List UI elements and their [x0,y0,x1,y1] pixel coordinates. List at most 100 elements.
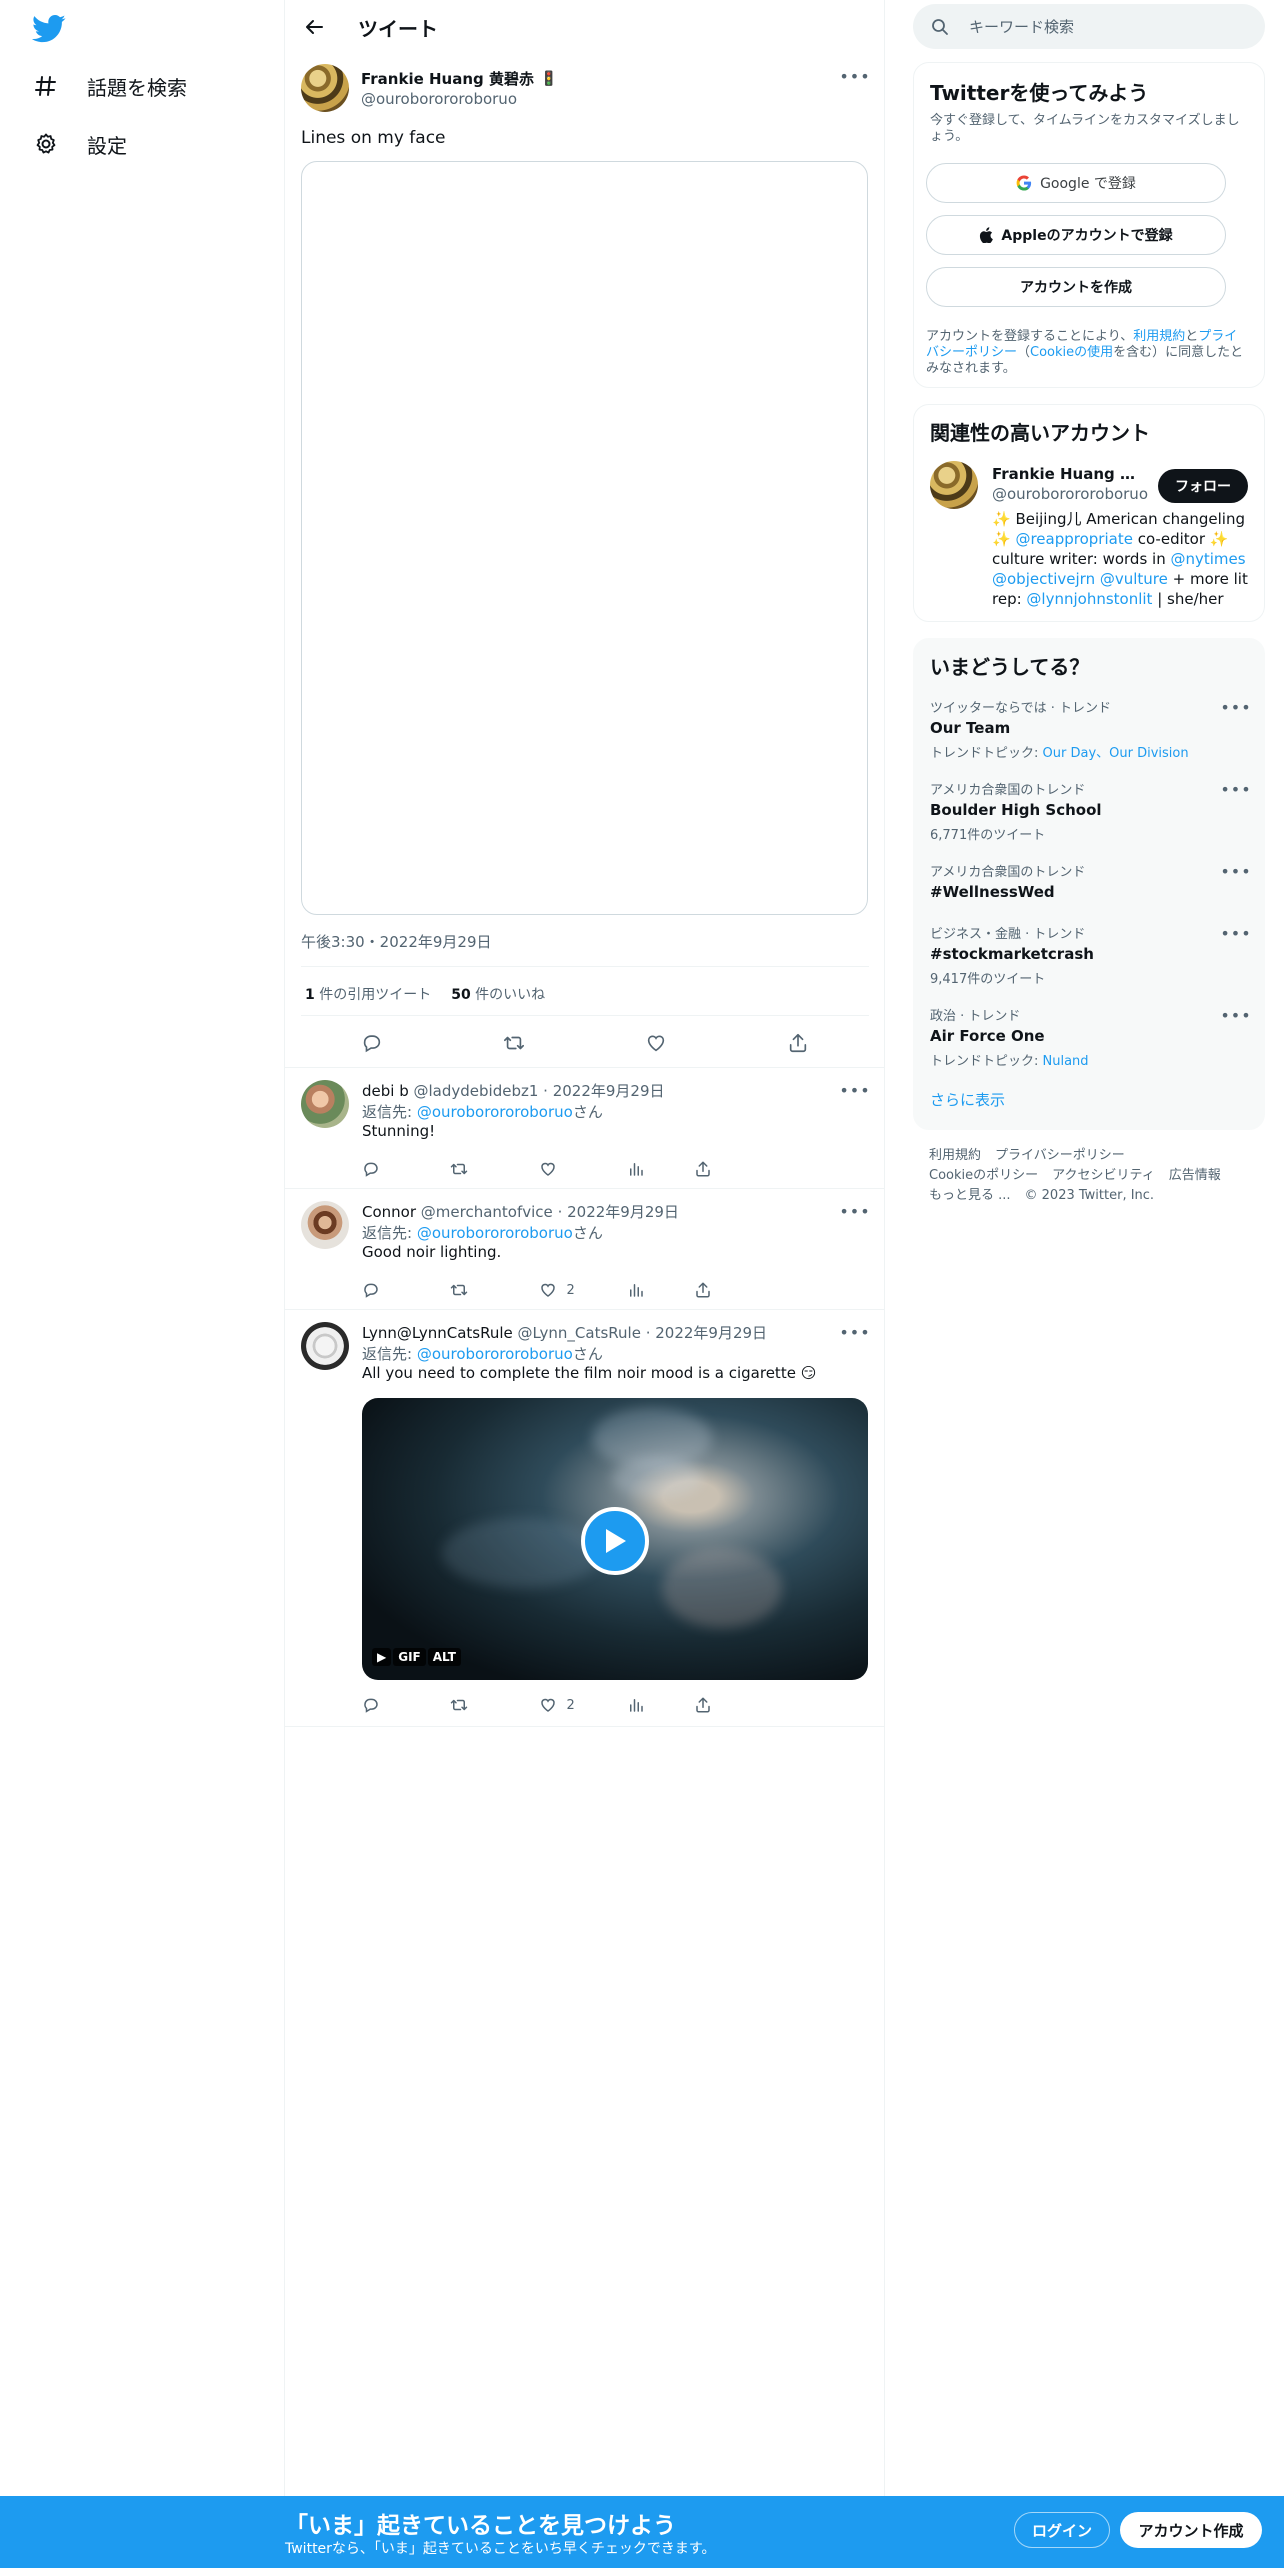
signup-button[interactable]: アカウント作成 [1120,2512,1262,2548]
author-handle[interactable]: @ouroborororoboruo [361,90,517,108]
mention-link[interactable]: @vulture [1100,570,1168,588]
reply-button[interactable] [362,1158,450,1180]
reply-text: Good noir lighting. [362,1243,502,1261]
analytics-button[interactable] [627,1694,694,1716]
footer-terms-link[interactable]: 利用規約 [929,1148,981,1163]
mention-link[interactable]: @ouroborororoboruo [417,1103,573,1121]
author-name[interactable]: Lynn@LynnCatsRule [362,1324,513,1342]
terms-link[interactable]: 利用規約 [1133,329,1185,344]
google-icon [1016,175,1032,191]
create-account-button[interactable]: アカウントを作成 [926,267,1226,307]
like-button[interactable] [539,1158,627,1180]
trend-item[interactable]: ビジネス・金融 · トレンド #stockmarketcrash 9,417件の… [930,923,1252,988]
avatar[interactable] [301,1322,349,1370]
nav-item-explore[interactable]: 話題を検索 [32,66,187,106]
apple-signup-button[interactable]: Appleのアカウントで登録 [926,215,1226,255]
footer-cookie-link[interactable]: Cookieのポリシー [929,1168,1038,1183]
trend-topic-links[interactable]: Nuland [1043,1054,1089,1069]
mention-link[interactable]: @ouroborororoboruo [417,1224,573,1242]
like-stat[interactable]: 50 件のいいね [451,984,545,1004]
retweet-button[interactable] [450,1279,538,1301]
show-more-link[interactable]: さらに表示 [930,1089,1005,1110]
avatar[interactable] [301,1080,349,1128]
tweet-timestamp[interactable]: 午後3:30・2022年9月29日 [301,931,492,952]
account-name[interactable]: Frankie Huang 黄碧... [992,463,1142,484]
like-button[interactable] [645,1032,667,1054]
mention-link[interactable]: @objectivejrn [992,570,1095,588]
share-button[interactable] [787,1032,809,1054]
trend-item[interactable]: アメリカ合衆国のトレンド #WellnessWed ••• [930,861,1251,902]
bar-chart-icon [629,1699,643,1712]
retweet-button[interactable] [503,1032,525,1054]
reply-date[interactable]: 2022年9月29日 [553,1082,665,1100]
reply-date[interactable]: 2022年9月29日 [655,1324,767,1342]
author-handle[interactable]: @merchantofvice [421,1203,553,1221]
alt-badge[interactable]: ALT [427,1648,461,1666]
reply-tweet[interactable]: debi b @ladydebidebz1 · 2022年9月29日 ••• 返… [285,1068,885,1189]
account-handle[interactable]: @ouroborororoboruo [992,485,1148,503]
author-name[interactable]: debi b [362,1082,409,1100]
more-options-button[interactable]: ••• [1220,861,1250,881]
author-name[interactable]: Connor [362,1203,416,1221]
nav-item-settings[interactable]: 設定 [32,124,127,164]
analytics-button[interactable] [627,1158,694,1180]
retweet-icon [504,1036,524,1050]
avatar[interactable] [301,64,349,112]
more-options-button[interactable]: ••• [1220,697,1250,717]
more-options-button[interactable]: ••• [839,66,869,86]
twitter-bird-icon[interactable] [32,14,66,44]
share-button[interactable] [694,1158,782,1180]
quote-stat[interactable]: 1 件の引用ツイート [305,984,431,1004]
trend-item[interactable]: アメリカ合衆国のトレンド Boulder High School 6,771件の… [930,779,1251,844]
reply-button[interactable] [361,1032,383,1054]
reply-text: All you need to complete the film noir m… [362,1364,817,1382]
trend-item[interactable]: 政治 · トレンド Air Force One トレンドトピック: Nuland… [930,1005,1251,1070]
more-options-button[interactable]: ••• [839,1201,869,1221]
more-options-button[interactable]: ••• [1220,1005,1250,1025]
like-button[interactable]: 2 [539,1279,627,1301]
footer-ads-link[interactable]: 広告情報 [1169,1168,1221,1183]
more-icon: ••• [1220,923,1252,943]
search-box[interactable] [913,4,1265,49]
more-options-button[interactable]: ••• [839,1080,869,1100]
avatar[interactable] [930,461,978,509]
reply-tweet[interactable]: Connor @merchantofvice · 2022年9月29日 ••• … [285,1189,885,1310]
more-options-button[interactable]: ••• [839,1322,869,1342]
login-button[interactable]: ログイン [1014,2512,1110,2548]
footer-accessibility-link[interactable]: アクセシビリティ [1052,1168,1155,1183]
analytics-button[interactable] [627,1279,694,1301]
back-button[interactable] [299,12,329,42]
reply-button[interactable] [362,1279,450,1301]
trend-topic-links[interactable]: Our Day、Our Division [1043,746,1189,761]
tweet-media[interactable] [301,161,868,915]
follow-button[interactable]: フォロー [1158,469,1248,503]
share-button[interactable] [694,1279,782,1301]
cookie-link[interactable]: Cookieの使用 [1030,345,1113,360]
footer-more-link[interactable]: もっと見る ... [929,1188,1011,1203]
trend-item[interactable]: ツイッターならでは · トレンド Our Team トレンドトピック: Our … [930,697,1251,762]
author-handle[interactable]: @Lynn_CatsRule [518,1324,641,1342]
reply-date[interactable]: 2022年9月29日 [567,1203,679,1221]
retweet-button[interactable] [450,1158,538,1180]
share-button[interactable] [694,1694,782,1716]
avatar[interactable] [301,1201,349,1249]
reply-tweet[interactable]: Lynn@LynnCatsRule @Lynn_CatsRule · 2022年… [285,1310,885,1727]
google-signup-button[interactable]: Google で登録 [926,163,1226,203]
mention-link[interactable]: @ouroborororoboruo [417,1345,573,1363]
search-input[interactable] [969,17,1229,36]
author-handle[interactable]: @ladydebidebz1 [414,1082,539,1100]
play-button[interactable] [581,1507,649,1575]
more-options-button[interactable]: ••• [1220,923,1252,943]
reply-button[interactable] [362,1694,450,1716]
author-name-row[interactable]: Frankie Huang 黄碧赤 🚦 [361,68,557,89]
mention-link[interactable]: @reappropriate [1015,530,1132,548]
mention-link[interactable]: @nytimes [1170,550,1245,568]
nav-item-label: 話題を検索 [87,75,187,100]
like-button[interactable]: 2 [539,1694,627,1716]
footer-privacy-link[interactable]: プライバシーポリシー [995,1148,1125,1163]
more-options-button[interactable]: ••• [1220,779,1250,799]
mention-link[interactable]: @lynnjohnstonlit [1026,590,1152,608]
retweet-button[interactable] [450,1694,538,1716]
like-count: 2 [566,1697,575,1713]
gif-media[interactable]: ▶ GIF ALT [362,1398,868,1680]
